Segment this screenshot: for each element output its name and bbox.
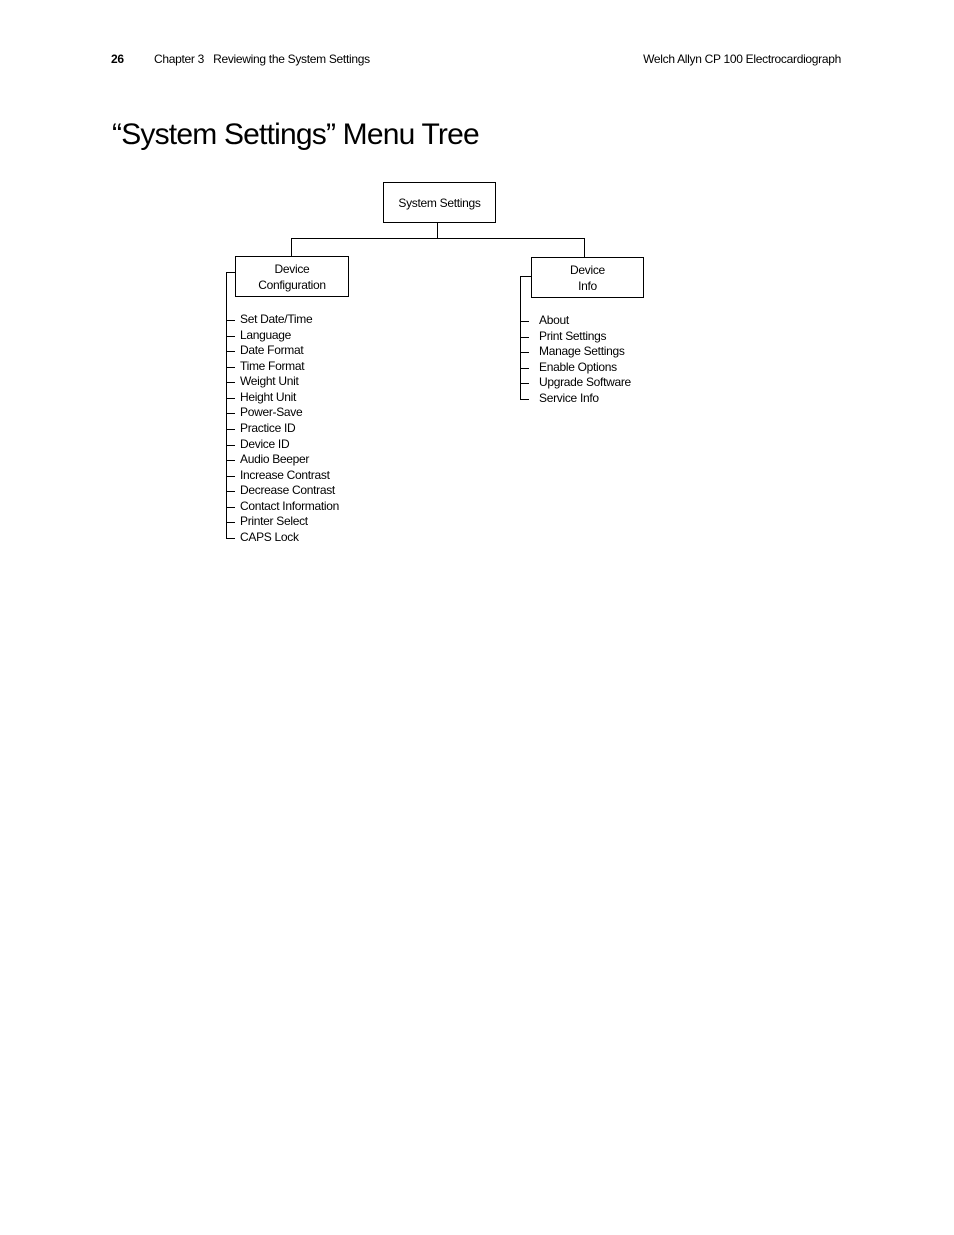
tree-branch-tick xyxy=(226,335,235,337)
menu-item: Contact Information xyxy=(240,498,340,513)
menu-item: Audio Beeper xyxy=(240,452,310,467)
connector-right-down xyxy=(584,238,585,257)
product-name: Welch Allyn CP 100 Electrocardiograph xyxy=(643,52,841,66)
tree-branch-tick xyxy=(226,444,235,446)
tree-branch-tick xyxy=(226,428,235,430)
tree-branch-tick xyxy=(226,366,235,368)
tree-branch-tick xyxy=(226,475,235,477)
left-branch-spine xyxy=(226,272,227,538)
tree-branch-tick xyxy=(520,321,529,322)
tree-branch-tick xyxy=(226,397,235,399)
menu-item: Practice ID xyxy=(240,420,296,435)
connector-root-down xyxy=(437,222,438,238)
menu-item: Manage Settings xyxy=(539,344,625,359)
tree-branch-tick xyxy=(226,506,235,508)
menu-item: Increase Contrast xyxy=(240,467,330,482)
tree-branch-tick xyxy=(226,320,235,321)
menu-item: Language xyxy=(240,327,291,342)
menu-item: Power-Save xyxy=(240,405,303,420)
menu-item: Device ID xyxy=(240,436,290,451)
device-info-label-1: Device xyxy=(570,262,605,277)
right-branch-stub xyxy=(520,276,531,277)
connector-horizontal xyxy=(291,238,585,239)
tree-branch-tick xyxy=(226,522,235,524)
device-configuration-node: Device Configuration xyxy=(235,256,349,297)
root-node-label: System Settings xyxy=(398,195,481,210)
page-number: 26 xyxy=(111,52,124,66)
connector-left-down xyxy=(291,238,292,257)
device-info-label-2: Info xyxy=(578,278,597,293)
menu-item: Print Settings xyxy=(539,328,607,343)
right-branch-spine xyxy=(520,276,521,400)
root-node: System Settings xyxy=(383,182,496,223)
left-branch-stub xyxy=(226,272,235,273)
tree-branch-tick xyxy=(226,382,235,384)
menu-item: Set Date/Time xyxy=(240,312,313,326)
device-info-node: Device Info xyxy=(531,257,644,298)
menu-item: Time Format xyxy=(240,358,305,373)
tree-branch-tick xyxy=(226,460,235,462)
tree-branch-tick xyxy=(226,491,235,493)
menu-item: Date Format xyxy=(240,343,304,358)
device-configuration-label-2: Configuration xyxy=(258,277,326,292)
menu-item: Printer Select xyxy=(240,514,308,529)
menu-item: Decrease Contrast xyxy=(240,483,335,498)
menu-item: Upgrade Software xyxy=(539,375,631,390)
menu-item: Enable Options xyxy=(539,359,617,374)
page-title: “System Settings” Menu Tree xyxy=(112,118,480,151)
menu-item: Weight Unit xyxy=(240,374,299,389)
tree-branch-tick xyxy=(520,399,529,400)
tree-branch-tick xyxy=(226,537,235,539)
tree-branch-tick xyxy=(520,383,529,385)
menu-item: CAPS Lock xyxy=(240,529,299,544)
menu-item: About xyxy=(539,313,569,327)
tree-branch-tick xyxy=(226,351,235,353)
chapter-heading: Chapter 3 Reviewing the System Settings xyxy=(154,52,370,66)
tree-branch-tick xyxy=(226,413,235,415)
tree-branch-tick xyxy=(520,336,529,338)
menu-item: Service Info xyxy=(539,391,599,405)
tree-branch-tick xyxy=(520,367,529,369)
device-configuration-label-1: Device xyxy=(274,261,310,276)
tree-branch-tick xyxy=(520,352,529,354)
menu-item: Height Unit xyxy=(240,389,297,404)
